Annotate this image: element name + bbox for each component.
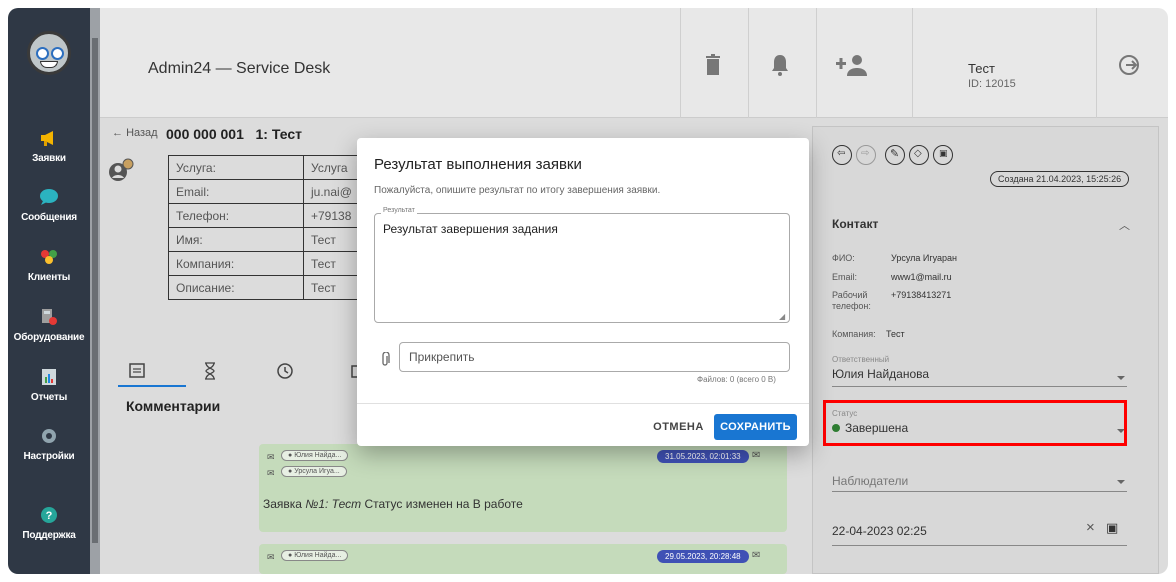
divider [357,403,809,404]
gear-icon [42,429,56,443]
cancel-button[interactable]: ОТМЕНА [649,414,708,440]
logo[interactable] [27,31,71,75]
sidebar-item-clients[interactable]: Клиенты [8,244,90,304]
sidebar: Заявки Сообщения Клиенты Оборудование От… [8,8,90,574]
dialog-title: Результат выполнения заявки [374,156,582,173]
result-field-label: Результат [381,207,417,214]
sidebar-item-label: Отчеты [30,392,68,403]
megaphone-icon [41,131,53,146]
chat-icon [40,189,58,205]
report-icon [42,369,56,385]
sidebar-item-tickets[interactable]: Заявки [8,125,90,185]
sidebar-item-messages[interactable]: Сообщения [8,184,90,244]
sidebar-item-settings[interactable]: Настройки [8,423,90,483]
result-dialog: Результат выполнения заявки Пожалуйста, … [357,138,809,446]
result-field-value: Результат завершения задания [383,222,558,236]
svg-text:?: ? [46,510,53,522]
attach-placeholder: Прикрепить [409,350,475,364]
sidebar-item-label: Оборудование [13,332,85,343]
logo-mouth [40,61,58,68]
paperclip-icon[interactable] [379,352,391,368]
sidebar-item-equipment[interactable]: Оборудование [8,304,90,364]
users-icon [41,250,57,264]
sidebar-item-label: Поддержка [22,530,76,541]
sidebar-item-label: Сообщения [21,212,77,223]
sidebar-item-label: Заявки [32,153,66,164]
dialog-subtitle: Пожалуйста, опишите результат по итогу з… [374,185,661,196]
sidebar-item-label: Клиенты [27,272,71,283]
sidebar-item-label: Настройки [23,451,75,462]
save-button[interactable]: СОХРАНИТЬ [714,414,797,440]
help-icon: ? [41,507,57,523]
sidebar-item-reports[interactable]: Отчеты [8,364,90,424]
logo-eye-left [36,47,49,60]
sidebar-scroll-thumb[interactable] [92,38,98,543]
logo-eye-right [51,47,64,60]
files-info: Файлов: 0 (всего 0 B) [697,375,776,384]
sidebar-item-support[interactable]: ? Поддержка [8,502,90,562]
app-window: Заявки Сообщения Клиенты Оборудование От… [8,8,1168,574]
resize-handle-icon[interactable]: ◢ [779,312,785,321]
equipment-icon [42,309,57,325]
